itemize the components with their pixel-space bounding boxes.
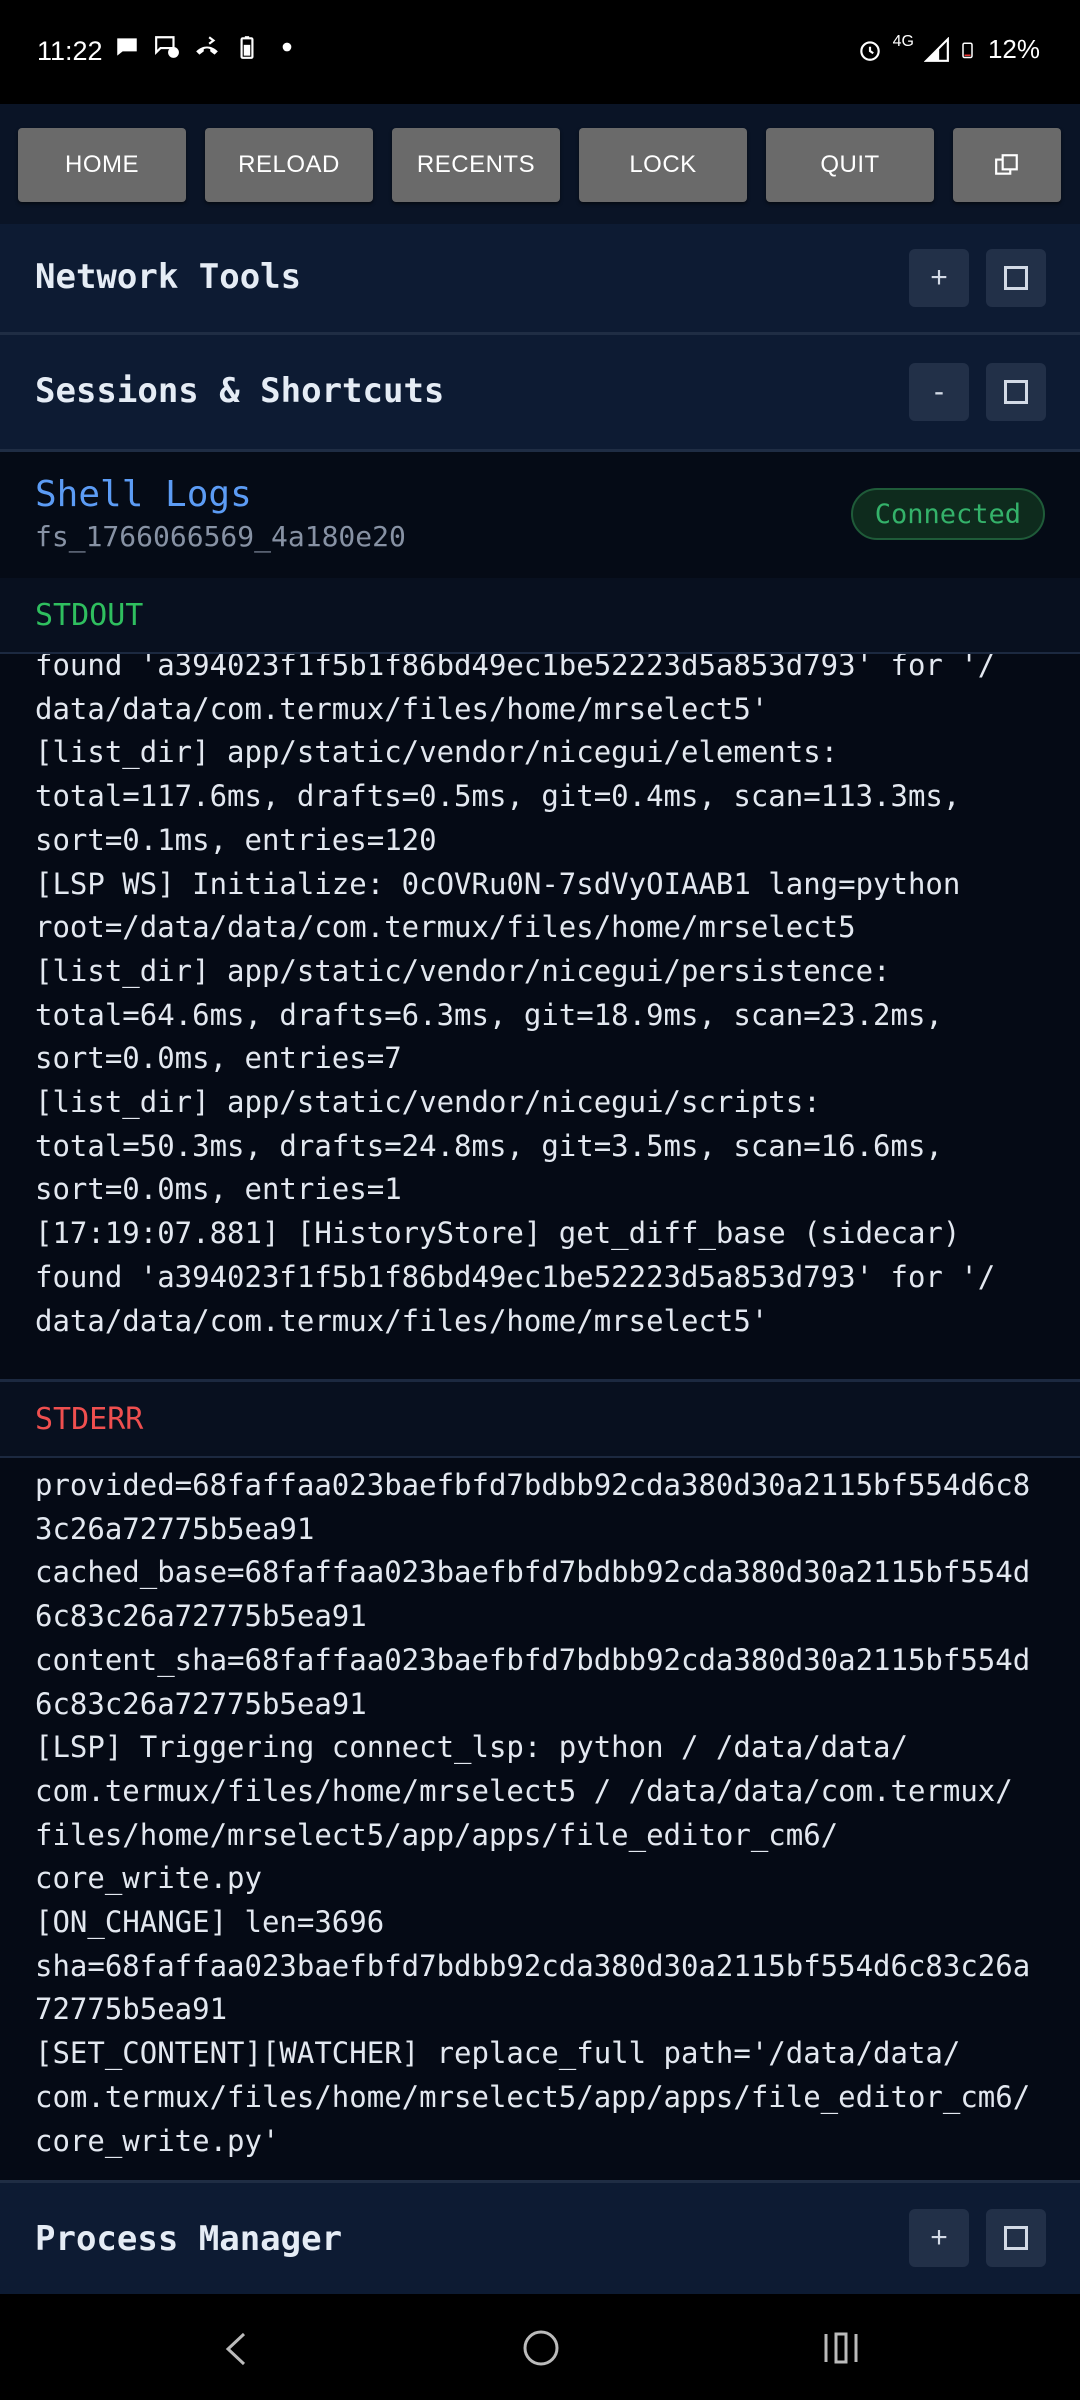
log-line: 6c83c26a72775b5ea91: [35, 1599, 367, 1634]
back-icon[interactable]: [222, 2332, 250, 2366]
log-line: sort=0.1ms, entries=120: [35, 822, 437, 857]
session-id: fs_1766066569_4a180e20: [35, 520, 406, 553]
log-line: core_write.py': [35, 2123, 280, 2158]
square-icon: [1004, 380, 1028, 404]
log-line: found 'a394023f1f5b1f86bd49ec1be52223d5a…: [35, 1259, 996, 1294]
battery-level: 12%: [987, 34, 1040, 64]
expand-button[interactable]: +: [909, 2209, 969, 2267]
expand-button[interactable]: +: [909, 249, 969, 307]
log-line: 6c83c26a72775b5ea91: [35, 1686, 367, 1721]
maximize-button[interactable]: [986, 249, 1046, 307]
shell-logs-header: Shell Logs fs_1766066569_4a180e20 Connec…: [0, 452, 1080, 580]
clock: 11:22: [37, 36, 103, 66]
section-title: Sessions & Shortcuts: [35, 371, 445, 411]
battery-icon: [962, 42, 973, 58]
recents-nav-icon[interactable]: [823, 2332, 859, 2364]
section-title: Process Manager: [35, 2219, 343, 2259]
shell-logs-title: Shell Logs: [35, 474, 252, 515]
log-line: 72775b5ea91: [35, 1992, 228, 2027]
call-forward-icon: [196, 36, 218, 55]
log-line: [17:19:07.881] [HistoryStore] get_diff_b…: [35, 1216, 961, 1251]
log-line: provided=68faffaa023baefbfd7bdbb92cda380…: [35, 1468, 1031, 1502]
stdout-label: STDOUT: [35, 598, 144, 633]
log-line: [ON_CHANGE] len=3696: [35, 1905, 385, 1940]
log-line: [SET_CONTENT][WATCHER] replace_full path…: [35, 2036, 961, 2071]
log-line: total=117.6ms, drafts=0.5ms, git=0.4ms, …: [35, 779, 961, 814]
navigation-bar: [0, 2294, 1080, 2400]
recents-button[interactable]: RECENTS: [392, 128, 560, 202]
system-icons: 4G 12%: [857, 32, 1040, 65]
signal-icon: [923, 36, 949, 62]
sessions-shortcuts-section: Sessions & Shortcuts -: [0, 335, 1080, 452]
home-button[interactable]: HOME: [18, 128, 186, 202]
log-line: [LSP WS] Initialize: 0cOVRu0N-7sdVyOIAAB…: [35, 866, 961, 901]
log-line: found 'a394023f1f5b1f86bd49ec1be52223d5a…: [35, 654, 996, 682]
maximize-button[interactable]: [986, 363, 1046, 421]
log-line: sha=68faffaa023baefbfd7bdbb92cda380d30a2…: [35, 1948, 1031, 1983]
log-line: [list_dir] app/static/vendor/nicegui/scr…: [35, 1085, 821, 1120]
log-line: 3c26a72775b5ea91: [35, 1511, 315, 1546]
log-line: content_sha=68faffaa023baefbfd7bdbb92cda…: [35, 1642, 1031, 1677]
quit-button[interactable]: QUIT: [766, 128, 934, 202]
log-line: data/data/com.termux/files/home/mrselect…: [35, 691, 769, 726]
chat-icon: [155, 36, 179, 58]
stdout-text: found 'a394023f1f5b1f86bd49ec1be52223d5a…: [35, 654, 1060, 1343]
log-line: [list_dir] app/static/vendor/nicegui/ele…: [35, 735, 839, 770]
maximize-button[interactable]: [986, 2209, 1046, 2267]
battery-saver-icon: [240, 36, 254, 59]
window-switch-button[interactable]: [953, 128, 1061, 202]
collapse-button[interactable]: -: [909, 363, 969, 421]
log-line: com.termux/files/home/mrselect5 / /data/…: [35, 1773, 1013, 1808]
lock-button[interactable]: LOCK: [579, 128, 747, 202]
log-line: sort=0.0ms, entries=1: [35, 1172, 402, 1207]
log-line: data/data/com.termux/files/home/mrselect…: [35, 1303, 769, 1338]
copy-window-icon: [995, 154, 1018, 175]
log-line: [list_dir] app/static/vendor/nicegui/per…: [35, 953, 891, 988]
network-tools-section: Network Tools +: [0, 224, 1080, 335]
stderr-label: STDERR: [35, 1402, 144, 1437]
stdout-header: STDOUT: [0, 578, 1080, 654]
connection-status-badge: Connected: [850, 488, 1045, 540]
process-manager-section: Process Manager +: [0, 2180, 1080, 2297]
stderr-header: STDERR: [0, 1382, 1080, 1458]
square-icon: [1004, 2226, 1028, 2250]
log-line: total=64.6ms, drafts=6.3ms, git=18.9ms, …: [35, 997, 943, 1032]
notification-icons: [114, 34, 300, 60]
stderr-text: provided=68faffaa023baefbfd7bdbb92cda380…: [35, 1464, 1060, 2163]
stderr-log[interactable]: provided=68faffaa023baefbfd7bdbb92cda380…: [0, 1458, 1080, 2180]
home-nav-icon[interactable]: [522, 2329, 560, 2367]
log-line: files/home/mrselect5/app/apps/file_edito…: [35, 1817, 839, 1852]
network-type: 4G: [892, 32, 914, 50]
log-line: total=50.3ms, drafts=24.8ms, git=3.5ms, …: [35, 1128, 943, 1163]
message-icon: [117, 38, 137, 56]
toolbar: HOME RELOAD RECENTS LOCK QUIT: [0, 104, 1080, 224]
reload-button[interactable]: RELOAD: [205, 128, 373, 202]
log-line: cached_base=68faffaa023baefbfd7bdbb92cda…: [35, 1555, 1031, 1590]
log-line: root=/data/data/com.termux/files/home/mr…: [35, 910, 856, 945]
stdout-log[interactable]: found 'a394023f1f5b1f86bd49ec1be52223d5a…: [0, 654, 1080, 1379]
log-line: core_write.py: [35, 1861, 262, 1896]
alarm-icon: [859, 40, 880, 61]
log-line: [LSP] Triggering connect_lsp: python / /…: [35, 1730, 908, 1765]
status-bar: 11:22 4G 12%: [0, 0, 1080, 104]
section-title: Network Tools: [35, 257, 302, 297]
square-icon: [1004, 266, 1028, 290]
log-line: sort=0.0ms, entries=7: [35, 1041, 402, 1076]
log-line: com.termux/files/home/mrselect5/app/apps…: [35, 2079, 1031, 2114]
dot-icon: [282, 42, 292, 52]
